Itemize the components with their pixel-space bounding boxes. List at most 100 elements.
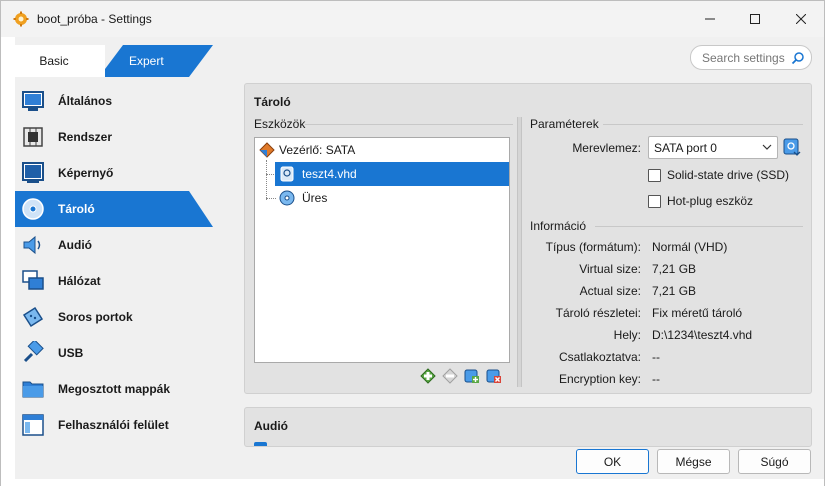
help-button[interactable]: Súgó bbox=[738, 449, 811, 474]
search-placeholder: Search settings bbox=[702, 50, 785, 65]
background-window-strip bbox=[1, 37, 15, 487]
audio-panel: Audió bbox=[244, 407, 812, 447]
info-encryption-value: -- bbox=[652, 372, 660, 386]
tree-controller-label: Vezérlő: SATA bbox=[279, 143, 356, 157]
nav-item-network[interactable]: Hálózat bbox=[15, 263, 213, 299]
nav-label: Képernyő bbox=[58, 166, 114, 180]
close-button[interactable] bbox=[778, 1, 824, 37]
nav-item-shared-folders[interactable]: Megosztott mappák bbox=[15, 371, 213, 407]
speaker-icon bbox=[23, 235, 41, 255]
remove-attachment-icon[interactable] bbox=[486, 368, 502, 384]
hard-disk-port-select[interactable]: SATA port 0 bbox=[648, 136, 778, 159]
nav-item-system[interactable]: Rendszer bbox=[15, 119, 213, 155]
nav-label: Megosztott mappák bbox=[58, 382, 171, 396]
hotplug-checkbox[interactable]: Hot-plug eszköz bbox=[648, 194, 753, 208]
minimize-icon bbox=[705, 18, 715, 20]
system-chip-icon bbox=[23, 127, 43, 147]
cancel-label: Mégse bbox=[675, 454, 712, 469]
info-location-value: D:\1234\teszt4.vhd bbox=[652, 328, 753, 342]
nav-item-general[interactable]: Általános bbox=[15, 83, 213, 119]
storage-title: Tároló bbox=[254, 95, 291, 109]
optical-disc-icon bbox=[279, 190, 295, 206]
minimize-button[interactable] bbox=[687, 1, 733, 37]
chevron-down-icon bbox=[762, 144, 772, 150]
info-encryption-label: Encryption key: bbox=[558, 372, 641, 386]
hard-disk-label: Merevlemez: bbox=[572, 141, 641, 155]
nav-item-storage[interactable]: Tároló bbox=[15, 191, 213, 227]
nav-label: Hálózat bbox=[58, 274, 101, 288]
tree-item-label: teszt4.vhd bbox=[302, 167, 357, 181]
devices-divider bbox=[305, 124, 513, 125]
ssd-label: Solid-state drive (SSD) bbox=[667, 168, 790, 182]
nav-item-display[interactable]: Képernyő bbox=[15, 155, 213, 191]
nav-item-serial-ports[interactable]: Soros portok bbox=[15, 299, 213, 335]
hard-disk-port-value: SATA port 0 bbox=[654, 140, 717, 155]
info-details-label: Tároló részletei: bbox=[555, 306, 641, 320]
nav-label: Felhasználói felület bbox=[58, 418, 169, 432]
basic-mode-label: Basic bbox=[39, 54, 69, 68]
settings-window: boot_próba - Settings Basic Expert Searc… bbox=[0, 0, 825, 487]
settings-nav: Általános Rendszer Képernyő Tároló Audió… bbox=[15, 83, 213, 443]
tree-item-optical[interactable]: Üres bbox=[255, 187, 505, 209]
nav-item-usb[interactable]: USB bbox=[15, 335, 213, 371]
add-attachment-icon[interactable] bbox=[464, 368, 480, 384]
info-type-label: Típus (formátum): bbox=[545, 240, 641, 254]
remove-controller-icon[interactable] bbox=[442, 368, 458, 384]
info-actual-size-value: 7,21 GB bbox=[652, 284, 697, 298]
search-icon bbox=[791, 52, 804, 65]
title-bar: boot_próba - Settings bbox=[1, 1, 824, 37]
basic-mode-tab[interactable]: Basic bbox=[15, 45, 105, 77]
shared-folder-icon bbox=[22, 381, 44, 398]
network-icon bbox=[22, 270, 44, 290]
general-icon bbox=[22, 91, 44, 111]
tree-toolbar bbox=[420, 368, 502, 386]
params-divider bbox=[603, 124, 803, 125]
devices-label: Eszközök bbox=[254, 117, 306, 131]
audio-enable-checkbox[interactable] bbox=[254, 442, 267, 446]
ok-label: OK bbox=[603, 454, 622, 469]
close-icon bbox=[796, 14, 806, 24]
maximize-icon bbox=[750, 14, 760, 24]
info-divider bbox=[595, 226, 803, 227]
nav-item-user-interface[interactable]: Felhasználói felület bbox=[15, 407, 213, 443]
usb-icon bbox=[23, 341, 44, 363]
nav-label: Audió bbox=[58, 238, 92, 252]
nav-label: Tároló bbox=[58, 202, 95, 216]
hotplug-label: Hot-plug eszköz bbox=[667, 194, 754, 208]
info-attached-label: Csatlakoztatva: bbox=[558, 350, 641, 364]
info-location-label: Hely: bbox=[613, 328, 641, 342]
hotplug-checkbox-box bbox=[648, 194, 661, 208]
search-input[interactable]: Search settings bbox=[690, 45, 812, 70]
tree-item-disk[interactable]: teszt4.vhd bbox=[255, 163, 505, 185]
ok-button[interactable]: OK bbox=[576, 449, 649, 474]
ssd-checkbox-box bbox=[648, 168, 661, 182]
expert-mode-tab[interactable]: Expert bbox=[129, 54, 164, 68]
info-attached-value: -- bbox=[652, 350, 660, 364]
user-interface-icon bbox=[22, 414, 44, 436]
tree-item-label: Üres bbox=[302, 191, 328, 205]
tree-controller-row[interactable]: Vezérlő: SATA bbox=[255, 139, 505, 161]
nav-label: Soros portok bbox=[58, 310, 133, 324]
sata-controller-icon bbox=[259, 142, 275, 158]
display-icon bbox=[22, 162, 44, 183]
mode-switch: Basic Expert bbox=[15, 45, 213, 77]
info-type-value: Normál (VHD) bbox=[652, 240, 728, 254]
storage-panel: Tároló Eszközök Vezérlő: SATA teszt4.vhd… bbox=[244, 83, 812, 394]
add-controller-icon[interactable] bbox=[420, 368, 436, 384]
nav-label: USB bbox=[58, 346, 84, 360]
serial-port-icon bbox=[22, 306, 44, 328]
maximize-button[interactable] bbox=[732, 1, 778, 37]
info-virtual-size-value: 7,21 GB bbox=[652, 262, 697, 276]
app-gear-icon bbox=[13, 11, 29, 27]
storage-disk-icon bbox=[22, 198, 44, 220]
window-title: boot_próba - Settings bbox=[37, 12, 152, 26]
params-label: Paraméterek bbox=[530, 117, 599, 131]
nav-item-audio[interactable]: Audió bbox=[15, 227, 213, 263]
audio-title: Audió bbox=[254, 419, 288, 433]
cancel-button[interactable]: Mégse bbox=[657, 449, 730, 474]
storage-tree[interactable]: Vezérlő: SATA teszt4.vhd Üres bbox=[254, 137, 510, 363]
choose-disk-icon[interactable] bbox=[783, 138, 801, 156]
ssd-checkbox[interactable]: Solid-state drive (SSD) bbox=[648, 168, 789, 182]
nav-label: Rendszer bbox=[58, 130, 113, 144]
info-label: Információ bbox=[530, 219, 587, 233]
